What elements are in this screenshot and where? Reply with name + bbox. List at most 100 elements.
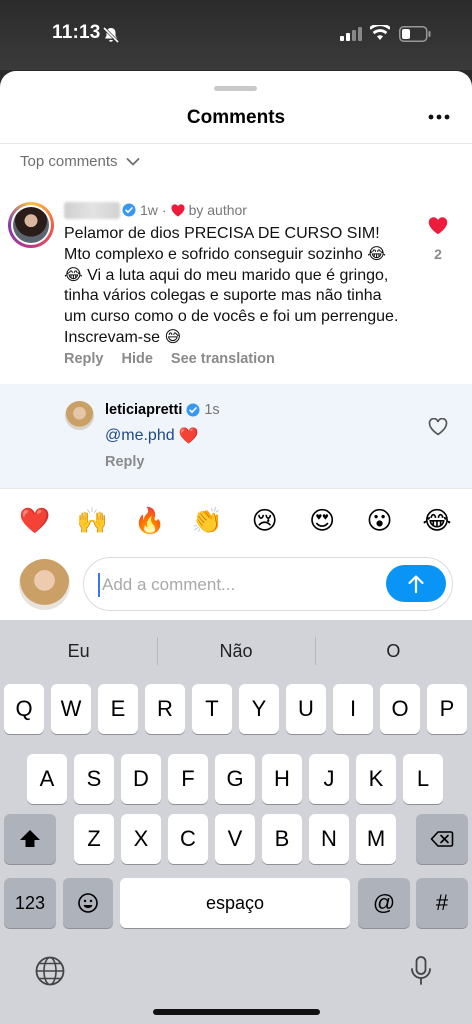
verified-badge-icon <box>122 203 136 217</box>
heart-outline-icon[interactable] <box>428 418 448 436</box>
sheet-title: Comments <box>186 107 286 128</box>
reply-comment: leticiapretti 1s @me.phd ❤️ Reply <box>0 384 472 488</box>
emoji-heart-eyes[interactable]: 😍 <box>301 503 343 539</box>
keyboard-suggestions: Eu Não O <box>0 620 472 682</box>
comment-input[interactable] <box>98 573 378 597</box>
see-translation-button[interactable]: See translation <box>171 351 275 367</box>
commenter-avatar[interactable] <box>8 202 54 248</box>
wifi-icon <box>370 25 390 40</box>
commenter-username-blurred[interactable] <box>64 202 120 219</box>
sort-dropdown[interactable]: Top comments <box>20 153 140 170</box>
sort-label: Top comments <box>20 153 118 170</box>
keyboard: Eu Não O Q W E R T Y U I O P A S D F G H… <box>0 620 472 1024</box>
home-indicator <box>153 1009 320 1015</box>
shift-key[interactable] <box>4 814 56 864</box>
hide-button[interactable]: Hide <box>122 351 153 367</box>
key-x[interactable]: X <box>121 814 161 864</box>
key-r[interactable]: R <box>145 684 185 734</box>
reply-reply-button[interactable]: Reply <box>105 454 145 470</box>
key-c[interactable]: C <box>168 814 208 864</box>
emoji-clap[interactable]: 👏 <box>186 503 228 539</box>
hash-key[interactable]: # <box>416 878 468 928</box>
key-u[interactable]: U <box>286 684 326 734</box>
key-h[interactable]: H <box>262 754 302 804</box>
key-z[interactable]: Z <box>74 814 114 864</box>
comment-text: Pelamor de dios PRECISA DE CURSO SIM! Mt… <box>64 225 399 346</box>
key-p[interactable]: P <box>427 684 467 734</box>
emoji-heart[interactable]: ❤️ <box>14 503 56 539</box>
comment-time: 1w <box>140 202 158 218</box>
key-i[interactable]: I <box>333 684 373 734</box>
status-time: 11:13 <box>52 22 101 43</box>
comment-composer <box>83 557 453 611</box>
emoji-quick-bar: ❤️ 🙌 🔥 👏 😢 😍 😮 😂 <box>14 503 458 539</box>
reply-username[interactable]: leticiapretti <box>105 402 182 418</box>
heart-filled-icon <box>171 203 185 216</box>
emoji-fire[interactable]: 🔥 <box>129 503 171 539</box>
key-w[interactable]: W <box>51 684 91 734</box>
backspace-key[interactable] <box>416 814 468 864</box>
sheet-grabber[interactable] <box>214 86 257 91</box>
battery-icon <box>399 26 431 42</box>
comments-sheet: Comments Top comments 1w · by author Pel… <box>0 71 472 1024</box>
key-o[interactable]: O <box>380 684 420 734</box>
key-d[interactable]: D <box>121 754 161 804</box>
key-q[interactable]: Q <box>4 684 44 734</box>
key-b[interactable]: B <box>262 814 302 864</box>
heart-filled-icon[interactable] <box>428 217 448 235</box>
key-y[interactable]: Y <box>239 684 279 734</box>
bell-off-icon <box>102 26 120 44</box>
emoji-raised-hands[interactable]: 🙌 <box>71 503 113 539</box>
at-key[interactable]: @ <box>358 878 410 928</box>
key-n[interactable]: N <box>309 814 349 864</box>
key-k[interactable]: K <box>356 754 396 804</box>
liked-by-author: by author <box>188 202 247 218</box>
meta-separator: · <box>161 202 167 218</box>
comment-meta: 1w · by author <box>122 202 247 218</box>
emoji-tears-of-joy[interactable]: 😂 <box>416 503 458 539</box>
shift-icon <box>20 830 40 847</box>
reply-text: @me.phd ❤️ <box>105 426 199 446</box>
status-bar: 11:13 <box>0 0 472 70</box>
key-e[interactable]: E <box>98 684 138 734</box>
emoji-key[interactable] <box>63 878 113 928</box>
key-f[interactable]: F <box>168 754 208 804</box>
emoji-open-mouth[interactable]: 😮 <box>359 503 401 539</box>
like-count: 2 <box>434 246 442 262</box>
smiley-icon <box>78 893 98 913</box>
more-options-icon[interactable] <box>428 113 450 121</box>
my-avatar <box>19 559 70 610</box>
backspace-icon <box>430 831 454 847</box>
key-g[interactable]: G <box>215 754 255 804</box>
mention-link[interactable]: @me.phd <box>105 427 175 445</box>
key-a[interactable]: A <box>27 754 67 804</box>
reply-emoji: ❤️ <box>178 428 199 445</box>
key-s[interactable]: S <box>74 754 114 804</box>
header-divider <box>0 143 472 144</box>
space-key[interactable]: espaço <box>120 878 350 928</box>
key-l[interactable]: L <box>403 754 443 804</box>
reply-meta: leticiapretti 1s <box>105 402 220 418</box>
comment-like: 2 <box>426 217 450 262</box>
comment-actions: Reply Hide See translation <box>64 351 275 367</box>
send-button[interactable] <box>386 565 446 602</box>
key-m[interactable]: M <box>356 814 396 864</box>
suggestion-2[interactable]: Não <box>157 620 314 682</box>
comment: 1w · by author Pelamor de dios PRECISA D… <box>0 197 472 383</box>
reply-avatar[interactable] <box>65 401 94 430</box>
numbers-key[interactable]: 123 <box>4 878 56 928</box>
suggestion-3[interactable]: O <box>314 620 472 682</box>
emoji-crying[interactable]: 😢 <box>244 503 286 539</box>
suggestion-1[interactable]: Eu <box>0 620 157 682</box>
key-v[interactable]: V <box>215 814 255 864</box>
verified-badge-icon <box>186 403 200 417</box>
microphone-icon[interactable] <box>404 954 438 988</box>
arrow-up-icon <box>408 574 424 593</box>
cellular-signal-icon <box>340 27 362 41</box>
key-j[interactable]: J <box>309 754 349 804</box>
reply-button[interactable]: Reply <box>64 351 104 367</box>
chevron-down-icon <box>126 157 139 166</box>
key-t[interactable]: T <box>192 684 232 734</box>
reply-time: 1s <box>204 402 220 418</box>
globe-icon[interactable] <box>33 954 67 988</box>
